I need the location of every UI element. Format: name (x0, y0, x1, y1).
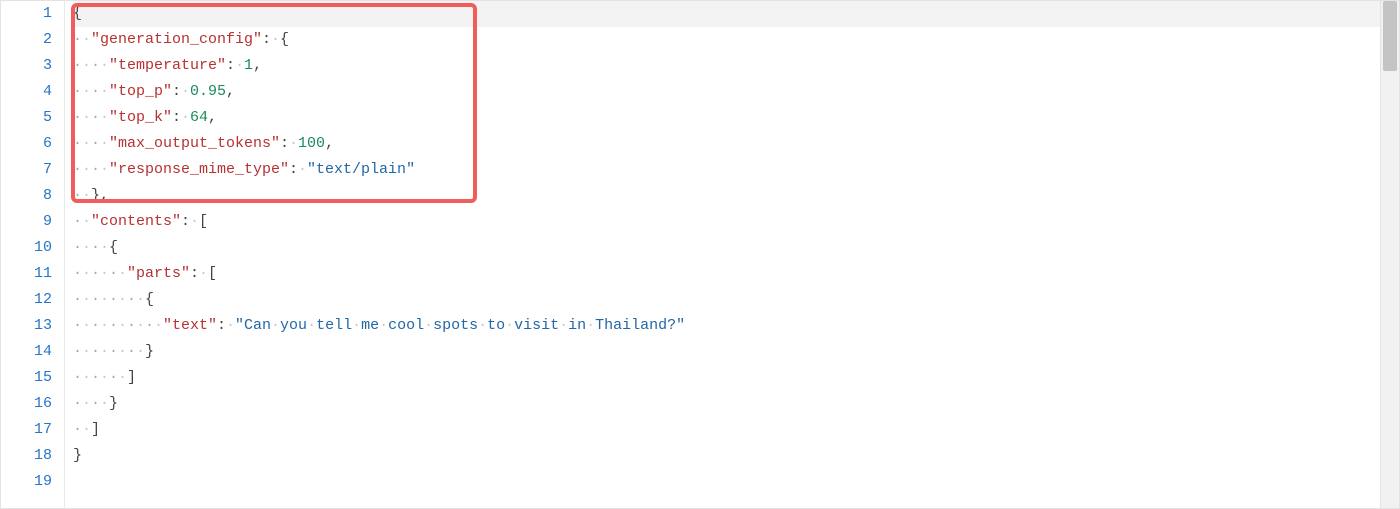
code-line[interactable]: ······] (73, 365, 1399, 391)
code-line[interactable]: ····"response_mime_type":·"text/plain" (73, 157, 1399, 183)
token-key: "top_p" (109, 79, 172, 105)
token-punc: ] (91, 417, 100, 443)
token-punc: { (73, 1, 82, 27)
code-line[interactable]: ····"top_k":·64, (73, 105, 1399, 131)
token-punc: } (91, 183, 100, 209)
line-number: 19 (1, 469, 52, 495)
code-line[interactable]: { (73, 1, 1399, 27)
code-line[interactable]: ··] (73, 417, 1399, 443)
code-line[interactable]: ····{ (73, 235, 1399, 261)
token-punc: : (172, 105, 181, 131)
token-key: "generation_config" (91, 27, 262, 53)
token-key: "parts" (127, 261, 190, 287)
token-punc: : (226, 53, 235, 79)
token-key: "top_k" (109, 105, 172, 131)
code-line[interactable]: ··"generation_config":·{ (73, 27, 1399, 53)
token-str: "Can·you·tell·me·cool·spots·to·visit·in·… (235, 313, 685, 339)
line-number: 17 (1, 417, 52, 443)
code-line[interactable]: ····} (73, 391, 1399, 417)
token-num: 0.95 (190, 79, 226, 105)
vertical-scrollbar[interactable] (1380, 1, 1399, 508)
token-punc: : (217, 313, 226, 339)
line-number: 15 (1, 365, 52, 391)
line-number: 6 (1, 131, 52, 157)
token-punc: [ (208, 261, 217, 287)
code-editor[interactable]: 12345678910111213141516171819 {··"genera… (0, 0, 1400, 509)
token-punc: : (181, 209, 190, 235)
token-punc: { (280, 27, 289, 53)
token-punc: , (226, 79, 235, 105)
line-number: 14 (1, 339, 52, 365)
token-punc: : (280, 131, 289, 157)
line-number: 10 (1, 235, 52, 261)
token-punc: : (289, 157, 298, 183)
token-punc: , (100, 183, 109, 209)
line-number: 4 (1, 79, 52, 105)
token-key: "max_output_tokens" (109, 131, 280, 157)
token-key: "contents" (91, 209, 181, 235)
token-punc: [ (199, 209, 208, 235)
line-number: 18 (1, 443, 52, 469)
line-number: 13 (1, 313, 52, 339)
code-line[interactable]: } (73, 443, 1399, 469)
token-key: "temperature" (109, 53, 226, 79)
token-num: 1 (244, 53, 253, 79)
token-punc: : (262, 27, 271, 53)
scrollbar-thumb[interactable] (1383, 1, 1397, 71)
code-area[interactable]: {··"generation_config":·{····"temperatur… (65, 1, 1399, 508)
code-line[interactable]: ····"top_p":·0.95, (73, 79, 1399, 105)
line-number: 2 (1, 27, 52, 53)
token-punc: } (145, 339, 154, 365)
token-key: "text" (163, 313, 217, 339)
line-number: 7 (1, 157, 52, 183)
code-line[interactable]: ··········"text":·"Can·you·tell·me·cool·… (73, 313, 1399, 339)
token-punc: , (253, 53, 262, 79)
token-punc: } (73, 443, 82, 469)
line-number: 5 (1, 105, 52, 131)
token-num: 64 (190, 105, 208, 131)
token-punc: { (109, 235, 118, 261)
code-line[interactable]: ········} (73, 339, 1399, 365)
line-number: 1 (1, 1, 52, 27)
line-number: 16 (1, 391, 52, 417)
code-line[interactable]: ········{ (73, 287, 1399, 313)
code-line[interactable] (73, 469, 1399, 495)
token-punc: , (325, 131, 334, 157)
token-punc: ] (127, 365, 136, 391)
token-num: 100 (298, 131, 325, 157)
line-number: 11 (1, 261, 52, 287)
token-key: "response_mime_type" (109, 157, 289, 183)
line-number-gutter: 12345678910111213141516171819 (1, 1, 65, 508)
line-number: 3 (1, 53, 52, 79)
token-punc: , (208, 105, 217, 131)
line-number: 12 (1, 287, 52, 313)
code-line[interactable]: ····"max_output_tokens":·100, (73, 131, 1399, 157)
token-str: "text/plain" (307, 157, 415, 183)
token-punc: : (172, 79, 181, 105)
code-line[interactable]: ······"parts":·[ (73, 261, 1399, 287)
line-number: 8 (1, 183, 52, 209)
line-number: 9 (1, 209, 52, 235)
code-line[interactable]: ····"temperature":·1, (73, 53, 1399, 79)
code-line[interactable]: ··"contents":·[ (73, 209, 1399, 235)
code-line[interactable]: ··}, (73, 183, 1399, 209)
token-punc: { (145, 287, 154, 313)
token-punc: } (109, 391, 118, 417)
token-punc: : (190, 261, 199, 287)
